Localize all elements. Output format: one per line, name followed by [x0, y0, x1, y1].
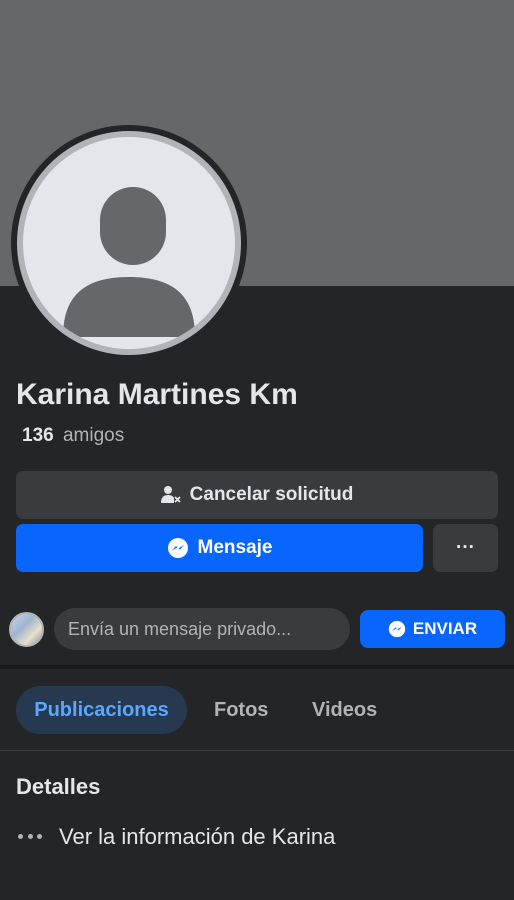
own-avatar [9, 612, 44, 647]
profile-picture[interactable] [11, 125, 247, 361]
tab-publicaciones[interactable]: Publicaciones [16, 686, 187, 734]
messenger-icon [388, 620, 406, 638]
friends-count-number: 136 [22, 425, 54, 446]
private-message-input[interactable] [54, 608, 350, 650]
tab-videos[interactable]: Videos [312, 686, 377, 734]
more-options-button[interactable]: ··· [433, 524, 498, 572]
friends-count-label: amigos [62, 425, 125, 446]
cancel-request-button[interactable]: Cancelar solicitud [16, 471, 498, 519]
more-dots-icon: ··· [456, 537, 475, 558]
tabs-divider [0, 750, 514, 751]
default-avatar-icon [23, 137, 235, 349]
more-dots-icon [18, 825, 42, 847]
section-divider [0, 665, 514, 669]
message-button[interactable]: Mensaje [16, 524, 423, 572]
send-button[interactable]: ENVIAR [360, 610, 505, 648]
view-info-link[interactable]: Ver la información de Karina [59, 824, 335, 850]
tab-fotos[interactable]: Fotos [214, 686, 268, 734]
message-label: Mensaje [197, 537, 273, 558]
messenger-icon [167, 537, 189, 559]
details-heading: Detalles [16, 774, 101, 799]
friends-count[interactable]: 136 amigos [22, 425, 124, 447]
profile-name: Karina Martines Km [16, 378, 298, 411]
cancel-request-label: Cancelar solicitud [189, 484, 354, 505]
person-remove-icon [160, 485, 181, 505]
send-label: ENVIAR [412, 619, 478, 638]
